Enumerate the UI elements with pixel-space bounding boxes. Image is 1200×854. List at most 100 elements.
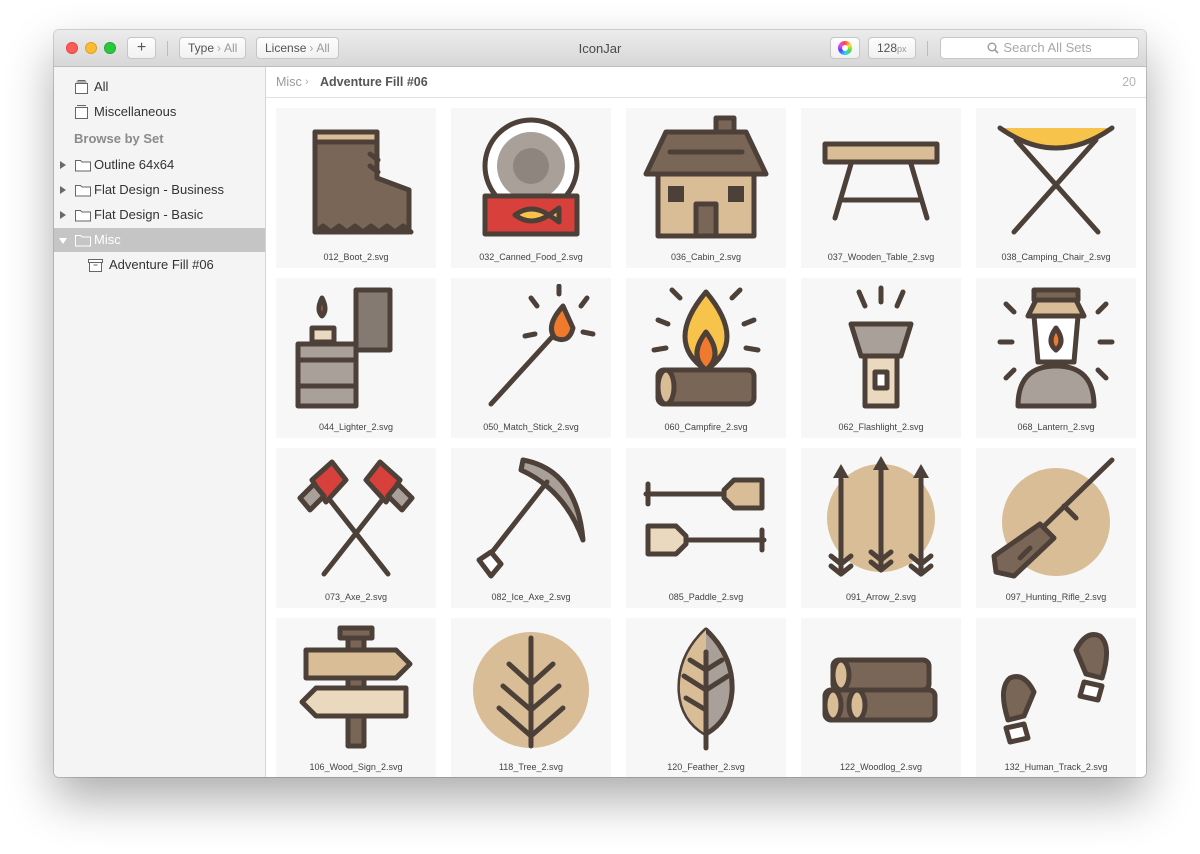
close-window-button[interactable] xyxy=(66,42,78,54)
icon-filename: 062_Flashlight_2.svg xyxy=(838,422,924,432)
icon-tile[interactable]: 060_Campfire_2.svg xyxy=(626,278,786,438)
icon-filename: 032_Canned_Food_2.svg xyxy=(479,252,583,262)
icon-tile[interactable]: 044_Lighter_2.svg xyxy=(276,278,436,438)
icon-tile[interactable]: 073_Axe_2.svg xyxy=(276,448,436,608)
icon-filename: 122_Woodlog_2.svg xyxy=(840,762,922,772)
folder-icon xyxy=(75,210,91,222)
chevron-right-icon: › xyxy=(305,76,309,88)
main-content: Misc › Adventure Fill #06 20 012_Boot_2.… xyxy=(266,67,1146,777)
plus-icon: + xyxy=(136,39,147,56)
human-track-icon xyxy=(1001,632,1109,745)
woodlog-icon xyxy=(822,657,938,723)
sidebar-item-misc[interactable]: Misc xyxy=(54,228,265,252)
icon-tile[interactable]: 091_Arrow_2.svg xyxy=(801,448,961,608)
icon-tile[interactable]: 082_Ice_Axe_2.svg xyxy=(451,448,611,608)
icon-filename: 068_Lantern_2.svg xyxy=(1017,422,1095,432)
breadcrumb-parent[interactable]: Misc xyxy=(276,67,302,97)
icon-size-unit: px xyxy=(897,44,907,54)
icon-filename: 044_Lighter_2.svg xyxy=(318,422,394,432)
type-filter-label: Type xyxy=(188,41,215,55)
icon-tile[interactable]: 012_Boot_2.svg xyxy=(276,108,436,268)
license-filter-label: License xyxy=(265,41,307,55)
disclosure-triangle-icon[interactable] xyxy=(60,186,66,194)
sidebar-item-adventure-fill-06[interactable]: Adventure Fill #06 xyxy=(54,253,265,277)
chevron-right-icon: › xyxy=(217,41,222,55)
chevron-right-icon: › xyxy=(309,41,314,55)
sidebar-item-flat-design-basic[interactable]: Flat Design - Basic xyxy=(54,203,265,227)
ice-axe-icon xyxy=(476,457,586,579)
sidebar-item-label: Adventure Fill #06 xyxy=(109,257,214,272)
toolbar-divider xyxy=(927,41,928,56)
icon-tile[interactable]: 118_Tree_2.svg xyxy=(451,618,611,777)
icon-tile[interactable]: 037_Wooden_Table_2.svg xyxy=(801,108,961,268)
paddle-icon xyxy=(643,477,767,557)
search-input[interactable]: Search All Sets xyxy=(940,37,1139,59)
icon-filename: 106_Wood_Sign_2.svg xyxy=(309,762,403,772)
sidebar-item-label: Flat Design - Business xyxy=(94,182,225,197)
icon-grid: 012_Boot_2.svg 032_Canned_Food_2.svg 036_C… xyxy=(266,98,1146,777)
icon-tile[interactable]: 032_Canned_Food_2.svg xyxy=(451,108,611,268)
icon-tile[interactable]: 036_Cabin_2.svg xyxy=(626,108,786,268)
match-stick-icon xyxy=(488,284,596,407)
canned-food-icon xyxy=(482,117,580,237)
zoom-window-button[interactable] xyxy=(104,42,116,54)
icon-size-button[interactable]: 128px xyxy=(868,37,916,59)
icon-tile[interactable]: 132_Human_Track_2.svg xyxy=(976,618,1136,777)
icon-tile[interactable]: 050_Match_Stick_2.svg xyxy=(451,278,611,438)
archive-box-icon xyxy=(88,259,103,272)
sidebar-item-all[interactable]: All xyxy=(54,75,265,99)
cabin-icon xyxy=(643,115,769,239)
color-filter-button[interactable] xyxy=(830,37,860,59)
icon-tile[interactable]: 106_Wood_Sign_2.svg xyxy=(276,618,436,777)
all-sets-icon xyxy=(75,80,88,94)
type-filter-value: All xyxy=(224,41,238,55)
toolbar-divider xyxy=(167,41,168,56)
icon-tile[interactable]: 085_Paddle_2.svg xyxy=(626,448,786,608)
icon-filename: 085_Paddle_2.svg xyxy=(668,592,744,602)
search-placeholder: Search All Sets xyxy=(1003,40,1092,55)
icon-filename: 037_Wooden_Table_2.svg xyxy=(827,252,935,262)
sidebar-item-miscellaneous[interactable]: Miscellaneous xyxy=(54,100,265,124)
icon-tile[interactable]: 097_Hunting_Rifle_2.svg xyxy=(976,448,1136,608)
icon-filename: 097_Hunting_Rifle_2.svg xyxy=(1005,592,1107,602)
license-filter-value: All xyxy=(316,41,330,55)
breadcrumb: Misc › Adventure Fill #06 20 xyxy=(266,67,1146,98)
titlebar: + Type › All License › All IconJar 128px Sea… xyxy=(54,30,1146,67)
type-filter-button[interactable]: Type › All xyxy=(179,37,247,59)
sidebar-item-outline-64x64[interactable]: Outline 64x64 xyxy=(54,153,265,177)
icon-tile[interactable]: 062_Flashlight_2.svg xyxy=(801,278,961,438)
icon-tile[interactable]: 120_Feather_2.svg xyxy=(626,618,786,777)
icon-filename: 073_Axe_2.svg xyxy=(324,592,388,602)
icon-filename: 060_Campfire_2.svg xyxy=(664,422,748,432)
boot-icon xyxy=(312,129,414,235)
icon-filename: 132_Human_Track_2.svg xyxy=(1004,762,1108,772)
axe-icon xyxy=(297,459,415,577)
hunting-rifle-icon xyxy=(991,457,1115,579)
sidebar-item-label: Miscellaneous xyxy=(94,104,177,119)
wood-sign-icon xyxy=(299,625,413,749)
camping-chair-icon xyxy=(997,125,1115,235)
disclosure-triangle-icon[interactable] xyxy=(60,161,66,169)
sidebar-item-label: Flat Design - Basic xyxy=(94,207,204,222)
icon-tile[interactable]: 068_Lantern_2.svg xyxy=(976,278,1136,438)
icon-size-value: 128 xyxy=(877,41,898,55)
icon-filename: 091_Arrow_2.svg xyxy=(845,592,917,602)
minimize-window-button[interactable] xyxy=(85,42,97,54)
search-icon xyxy=(987,42,999,54)
icon-tile[interactable]: 122_Woodlog_2.svg xyxy=(801,618,961,777)
add-button[interactable]: + xyxy=(127,37,156,59)
icon-filename: 036_Cabin_2.svg xyxy=(670,252,742,262)
sidebar-item-flat-design-business[interactable]: Flat Design - Business xyxy=(54,178,265,202)
license-filter-button[interactable]: License › All xyxy=(256,37,339,59)
disclosure-triangle-icon[interactable] xyxy=(59,238,67,244)
collection-icon xyxy=(75,105,88,119)
icon-filename: 082_Ice_Axe_2.svg xyxy=(491,592,571,602)
icon-tile[interactable]: 038_Camping_Chair_2.svg xyxy=(976,108,1136,268)
icon-filename: 012_Boot_2.svg xyxy=(323,252,389,262)
sidebar: All Miscellaneous Browse by Set Outline … xyxy=(54,67,266,777)
wooden-table-icon xyxy=(822,141,940,221)
icon-filename: 038_Camping_Chair_2.svg xyxy=(1001,252,1111,262)
campfire-icon xyxy=(651,287,761,407)
sidebar-item-label: All xyxy=(94,79,109,94)
disclosure-triangle-icon[interactable] xyxy=(60,211,66,219)
